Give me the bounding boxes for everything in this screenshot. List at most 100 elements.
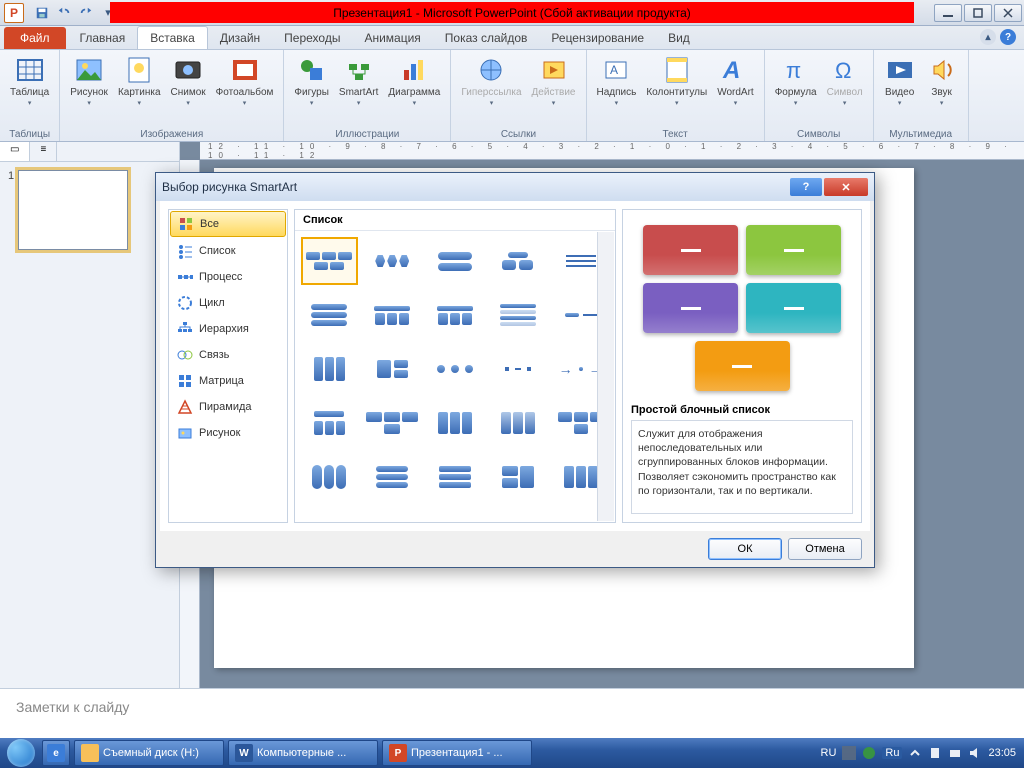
ribbon-smartart-button[interactable]: SmartArt▾ — [335, 53, 382, 108]
ribbon-group-label: Символы — [771, 128, 867, 140]
taskbar-item-explorer[interactable]: Съемный диск (H:) — [74, 740, 224, 766]
category-Список[interactable]: Список — [169, 238, 287, 264]
category-icon — [177, 373, 193, 389]
redo-icon[interactable] — [76, 3, 96, 23]
tab-Главная[interactable]: Главная — [68, 27, 138, 49]
gallery-item[interactable] — [427, 237, 484, 285]
gallery-item[interactable] — [364, 453, 421, 501]
ribbon-wordart-button[interactable]: AWordArt▾ — [713, 53, 758, 108]
chart-icon — [398, 54, 430, 86]
minimize-button[interactable] — [934, 4, 962, 22]
ribbon-textbox-button[interactable]: AНадпись▾ — [593, 53, 641, 108]
undo-icon[interactable] — [54, 3, 74, 23]
tray-flag-icon[interactable] — [842, 746, 856, 760]
gallery-item[interactable] — [489, 399, 546, 447]
audio-icon — [926, 54, 958, 86]
tab-Дизайн[interactable]: Дизайн — [208, 27, 272, 49]
tab-Анимация[interactable]: Анимация — [352, 27, 432, 49]
gallery-item[interactable] — [489, 237, 546, 285]
category-Процесс[interactable]: Процесс — [169, 264, 287, 290]
gallery-scrollbar[interactable] — [597, 232, 614, 521]
gallery-item[interactable] — [364, 291, 421, 339]
gallery-item[interactable] — [489, 291, 546, 339]
help-icon[interactable]: ? — [1000, 29, 1016, 45]
tab-Показ слайдов[interactable]: Показ слайдов — [433, 27, 540, 49]
tray-clock[interactable]: 23:05 — [988, 747, 1016, 759]
ribbon-audio-button[interactable]: Звук▾ — [922, 53, 962, 108]
ribbon-picture-button[interactable]: Рисунок▾ — [66, 53, 112, 108]
gallery-item[interactable] — [301, 345, 358, 393]
tab-Переходы[interactable]: Переходы — [272, 27, 352, 49]
ribbon-hyperlink-button[interactable]: Гиперссылка▾ — [457, 53, 525, 108]
ribbon-group-label: Иллюстрации — [290, 128, 444, 140]
save-icon[interactable] — [32, 3, 52, 23]
dialog-help-button[interactable]: ? — [790, 178, 822, 196]
dialog-titlebar[interactable]: Выбор рисунка SmartArt ? ✕ — [156, 173, 874, 201]
taskbar-item-word[interactable]: WКомпьютерные ... — [228, 740, 378, 766]
ribbon-screenshot-button[interactable]: Снимок▾ — [167, 53, 210, 108]
ribbon-equation-button[interactable]: πФормула▾ — [771, 53, 821, 108]
category-Рисунок[interactable]: Рисунок — [169, 420, 287, 446]
start-button[interactable] — [2, 738, 40, 768]
category-Все[interactable]: Все — [170, 211, 286, 237]
dialog-close-button[interactable]: ✕ — [824, 178, 868, 196]
gallery-item[interactable] — [301, 291, 358, 339]
tab-file[interactable]: Файл — [4, 27, 66, 49]
gallery-item[interactable] — [427, 345, 484, 393]
tray-volume-icon[interactable] — [968, 746, 982, 760]
slides-tab-outline[interactable]: ≡ — [30, 142, 57, 161]
category-Матрица[interactable]: Матрица — [169, 368, 287, 394]
tab-Вставка[interactable]: Вставка — [137, 26, 208, 49]
category-icon — [177, 399, 193, 415]
gallery-item[interactable] — [489, 345, 546, 393]
ribbon-symbol-button[interactable]: ΩСимвол▾ — [823, 53, 867, 108]
taskbar-item-ppt[interactable]: PПрезентация1 - ... — [382, 740, 532, 766]
gallery-item[interactable] — [364, 399, 421, 447]
category-icon — [177, 347, 193, 363]
ribbon-clipart-button[interactable]: Картинка▾ — [114, 53, 165, 108]
gallery-item[interactable] — [301, 453, 358, 501]
minimize-ribbon-icon[interactable]: ▴ — [980, 29, 996, 45]
ok-button[interactable]: ОК — [708, 538, 782, 560]
ribbon-chart-button[interactable]: Диаграмма▾ — [384, 53, 444, 108]
ribbon-album-button[interactable]: Фотоальбом▾ — [212, 53, 278, 108]
tray-lang-text[interactable]: RU — [821, 747, 837, 759]
gallery-item[interactable] — [301, 399, 358, 447]
close-button[interactable] — [994, 4, 1022, 22]
tray-expand-icon[interactable] — [908, 746, 922, 760]
notes-pane[interactable]: Заметки к слайду — [0, 688, 1024, 738]
taskbar-ie[interactable]: e — [42, 740, 70, 766]
ribbon-table-button[interactable]: Таблица▾ — [6, 53, 53, 108]
gallery-item[interactable] — [427, 453, 484, 501]
gallery-heading: Список — [295, 210, 615, 231]
tray-network-icon[interactable] — [948, 746, 962, 760]
category-Связь[interactable]: Связь — [169, 342, 287, 368]
gallery-item[interactable] — [364, 237, 421, 285]
gallery-item[interactable] — [489, 453, 546, 501]
ribbon-headerfooter-button[interactable]: Колонтитулы▾ — [642, 53, 711, 108]
preview-block — [643, 225, 738, 275]
tab-Рецензирование[interactable]: Рецензирование — [539, 27, 656, 49]
gallery-item[interactable] — [301, 237, 358, 285]
gallery-item[interactable] — [364, 345, 421, 393]
ribbon-video-button[interactable]: Видео▾ — [880, 53, 920, 108]
clipart-icon — [123, 54, 155, 86]
tab-Вид[interactable]: Вид — [656, 27, 702, 49]
category-icon — [177, 321, 193, 337]
tray-action-center-icon[interactable] — [928, 746, 942, 760]
gallery-item[interactable] — [427, 399, 484, 447]
category-Пирамида[interactable]: Пирамида — [169, 394, 287, 420]
ribbon-group-label: Мультимедиа — [880, 128, 962, 140]
slide-thumbnail[interactable] — [18, 170, 128, 250]
category-Цикл[interactable]: Цикл — [169, 290, 287, 316]
ribbon-shapes-button[interactable]: Фигуры▾ — [290, 53, 332, 108]
tray-lang-indicator[interactable]: Ru — [882, 747, 902, 759]
maximize-button[interactable] — [964, 4, 992, 22]
gallery-item[interactable] — [427, 291, 484, 339]
category-Иерархия[interactable]: Иерархия — [169, 316, 287, 342]
slides-tab-thumb[interactable]: ▭ — [0, 142, 30, 161]
category-icon — [177, 425, 193, 441]
tray-safely-remove-icon[interactable] — [862, 746, 876, 760]
cancel-button[interactable]: Отмена — [788, 538, 862, 560]
ribbon-action-button[interactable]: Действие▾ — [528, 53, 580, 108]
